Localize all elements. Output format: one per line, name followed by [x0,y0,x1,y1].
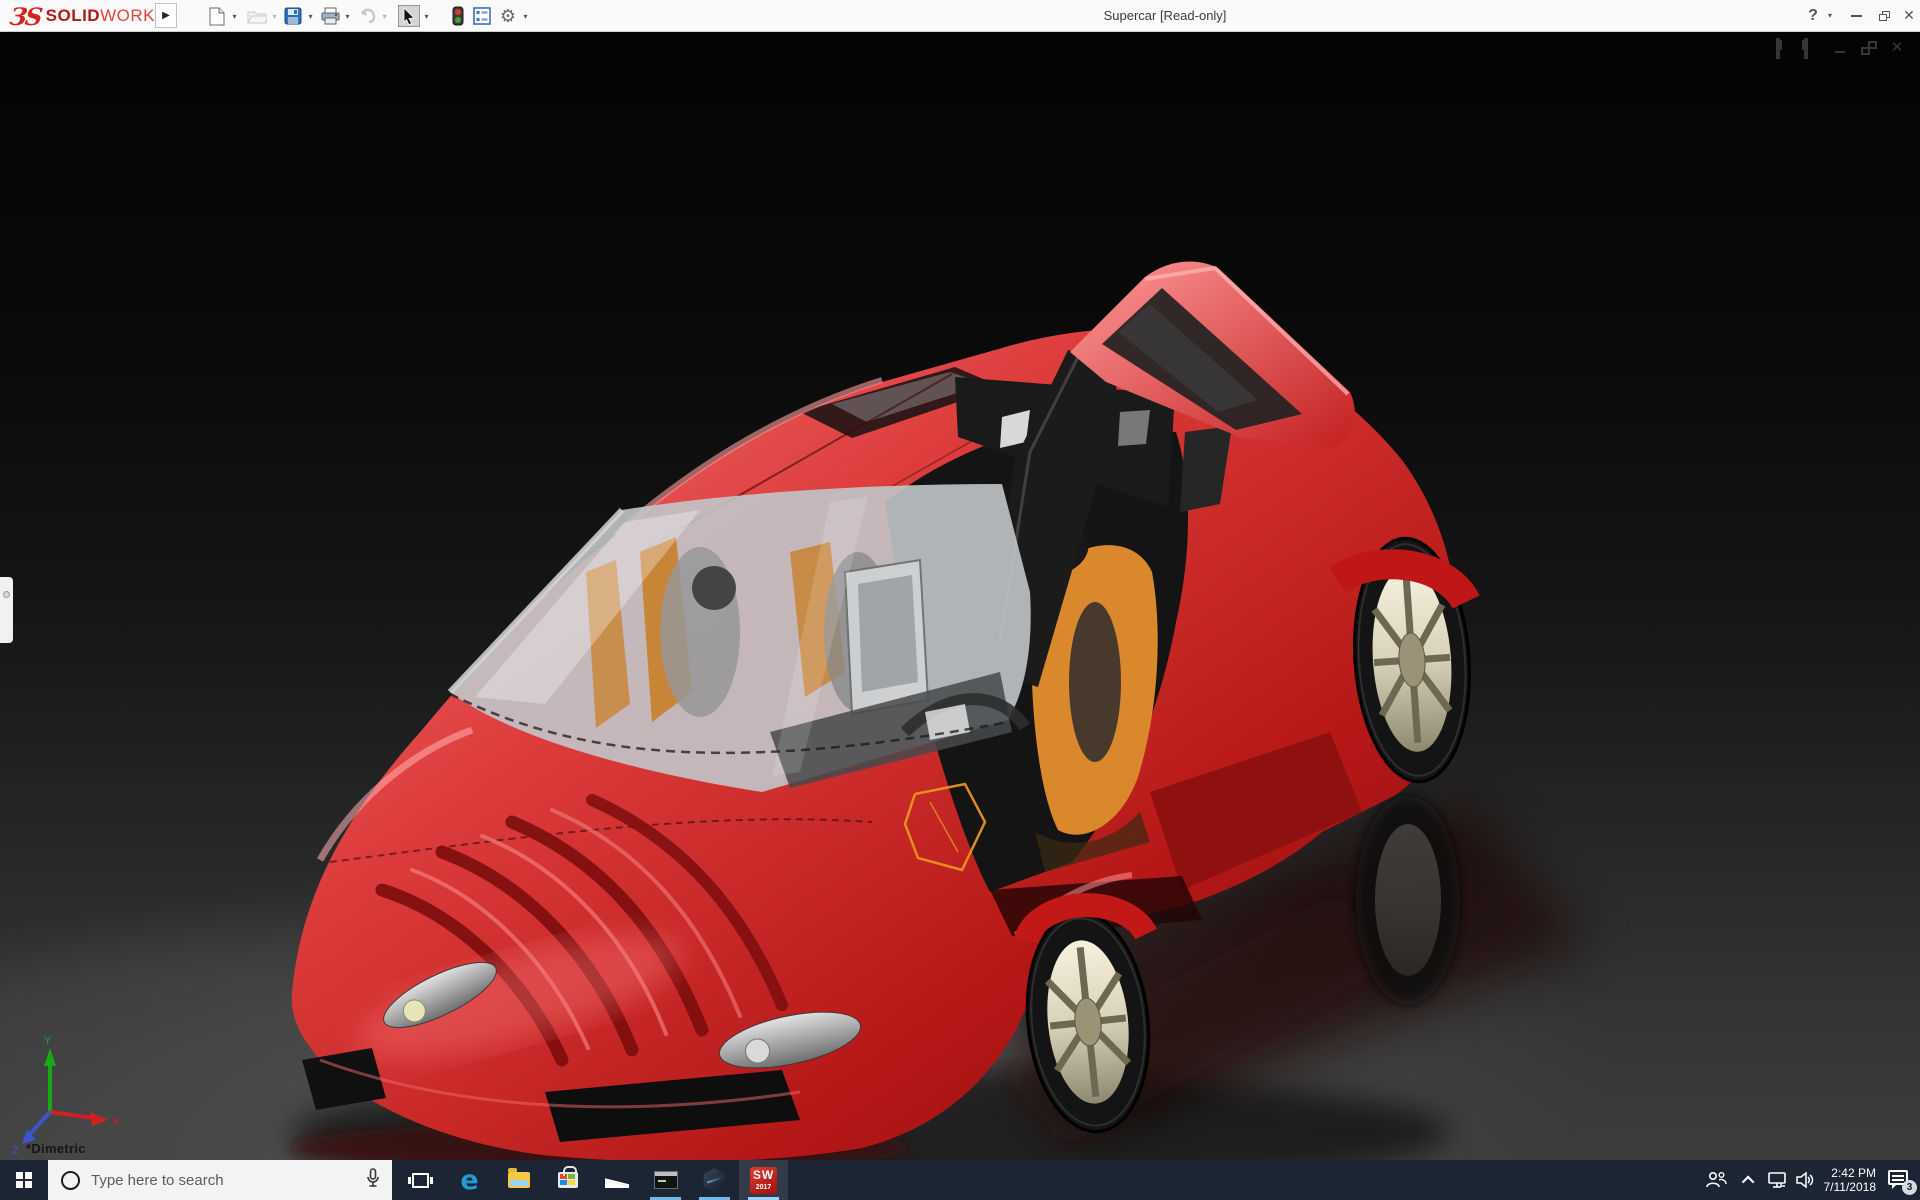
triad-z-label: Z [12,1145,19,1157]
right-pane-icon [1804,38,1808,59]
help-dropdown[interactable]: ▾ [1824,0,1836,31]
undo-arrow-icon [356,5,378,27]
windows-taskbar: e SW 2017 2:42 PM 7/11/2018 3 [0,1160,1920,1200]
triad-x-label: X [112,1116,120,1128]
traffic-light-icon [447,5,469,27]
window-title: Supercar [Read-only] [1104,0,1227,31]
solidworks-logo: ЗS SOLIDWORKS [10,3,167,29]
network-icon [1767,1171,1787,1189]
search-input[interactable] [91,1172,331,1189]
taskbar-mail[interactable] [592,1160,641,1200]
supercar-model[interactable]: Y X Z [0,32,1920,1160]
people-icon [1705,1171,1727,1189]
taskbar-solidworks[interactable]: SW 2017 [739,1160,788,1200]
minimize-button[interactable] [1844,0,1868,31]
new-document-button[interactable]: ▾ [206,3,239,29]
left-pane-icon [1776,38,1780,59]
task-view-icon [412,1173,429,1188]
menu-expand-button[interactable]: ▶ [155,3,177,28]
open-folder-icon [246,5,268,27]
volume-icon [1795,1171,1815,1189]
edge-icon: e [460,1167,478,1194]
clock-date: 7/11/2018 [1824,1180,1877,1194]
clock-time: 2:42 PM [1831,1166,1876,1180]
select-cursor-icon [398,5,420,27]
file-properties-button[interactable] [471,3,493,29]
help-button[interactable]: ? [1802,0,1824,31]
command-prompt-icon [654,1171,678,1189]
task-view-button[interactable] [396,1160,445,1200]
properties-list-icon [471,5,493,27]
cortana-icon [61,1171,80,1190]
print-button[interactable]: ▾ [319,3,352,29]
options-button[interactable]: ⚙ ▾ [497,3,530,29]
restore-icon [1879,11,1890,21]
expand-arrow-icon: ▶ [162,10,170,21]
help-icon: ? [1808,7,1818,25]
start-button[interactable] [0,1160,48,1200]
taskbar-file-explorer[interactable] [494,1160,543,1200]
brand-solid: SOLID [46,6,100,26]
close-icon: ✕ [1903,7,1915,24]
tab-dot-icon [3,591,10,598]
notification-badge: 3 [1902,1180,1917,1195]
taskbar-edge[interactable]: e [445,1160,494,1200]
doc-close-icon: ✕ [1891,39,1904,56]
undo-button[interactable]: ▾ [356,3,389,29]
store-icon [558,1172,578,1188]
show-left-pane-button[interactable] [1776,40,1794,56]
action-center-button[interactable]: 3 [1880,1160,1920,1200]
document-window-controls: ✕ [1776,40,1906,56]
hexagon-app-icon [703,1168,727,1192]
file-explorer-icon [508,1172,530,1188]
save-floppy-icon [282,5,304,27]
doc-restore-button[interactable] [1860,40,1878,56]
ds-logo-icon: ЗS [8,2,43,31]
taskbar-search[interactable] [48,1160,392,1200]
taskbar-clock[interactable]: 2:42 PM 7/11/2018 [1814,1160,1876,1200]
windows-logo-icon [16,1172,32,1188]
view-orientation-label: *Dimetric [26,1141,86,1156]
taskbar-command-prompt[interactable] [641,1160,690,1200]
triad-y-label: Y [44,1035,52,1047]
taskbar-hexagon-app[interactable] [690,1160,739,1200]
close-button[interactable]: ✕ [1898,0,1920,31]
minimize-icon [1851,15,1862,17]
doc-close-button[interactable]: ✕ [1888,40,1906,56]
network-button[interactable] [1762,1160,1792,1200]
feature-manager-collapsed-tab[interactable] [0,577,13,643]
tray-overflow-button[interactable] [1736,1160,1762,1200]
microphone-icon[interactable] [366,1168,380,1193]
show-right-pane-button[interactable] [1804,40,1822,56]
gear-icon: ⚙ [500,7,516,25]
restore-button[interactable] [1872,0,1896,31]
rear-wheel-reflection [1356,796,1460,1004]
chevron-up-icon [1741,1175,1754,1188]
printer-icon [319,5,341,27]
open-button[interactable]: ▾ [246,3,279,29]
taskbar-store[interactable] [543,1160,592,1200]
titlebar: ЗS SOLIDWORKS ▶ ▾ ▾ ▾ ▾ ▾ ▾ [0,0,1920,32]
doc-minimize-icon [1835,51,1845,53]
new-document-icon [206,5,228,27]
people-button[interactable] [1698,1160,1734,1200]
solidworks-2017-icon: SW 2017 [750,1167,777,1194]
rebuild-button[interactable] [447,3,469,29]
3d-viewport[interactable]: Y X Z ✕ *Dimetric [0,32,1920,1160]
select-tool-button[interactable]: ▾ [398,3,431,29]
save-button[interactable]: ▾ [282,3,315,29]
doc-minimize-button[interactable] [1832,40,1850,56]
mail-icon [605,1172,629,1188]
